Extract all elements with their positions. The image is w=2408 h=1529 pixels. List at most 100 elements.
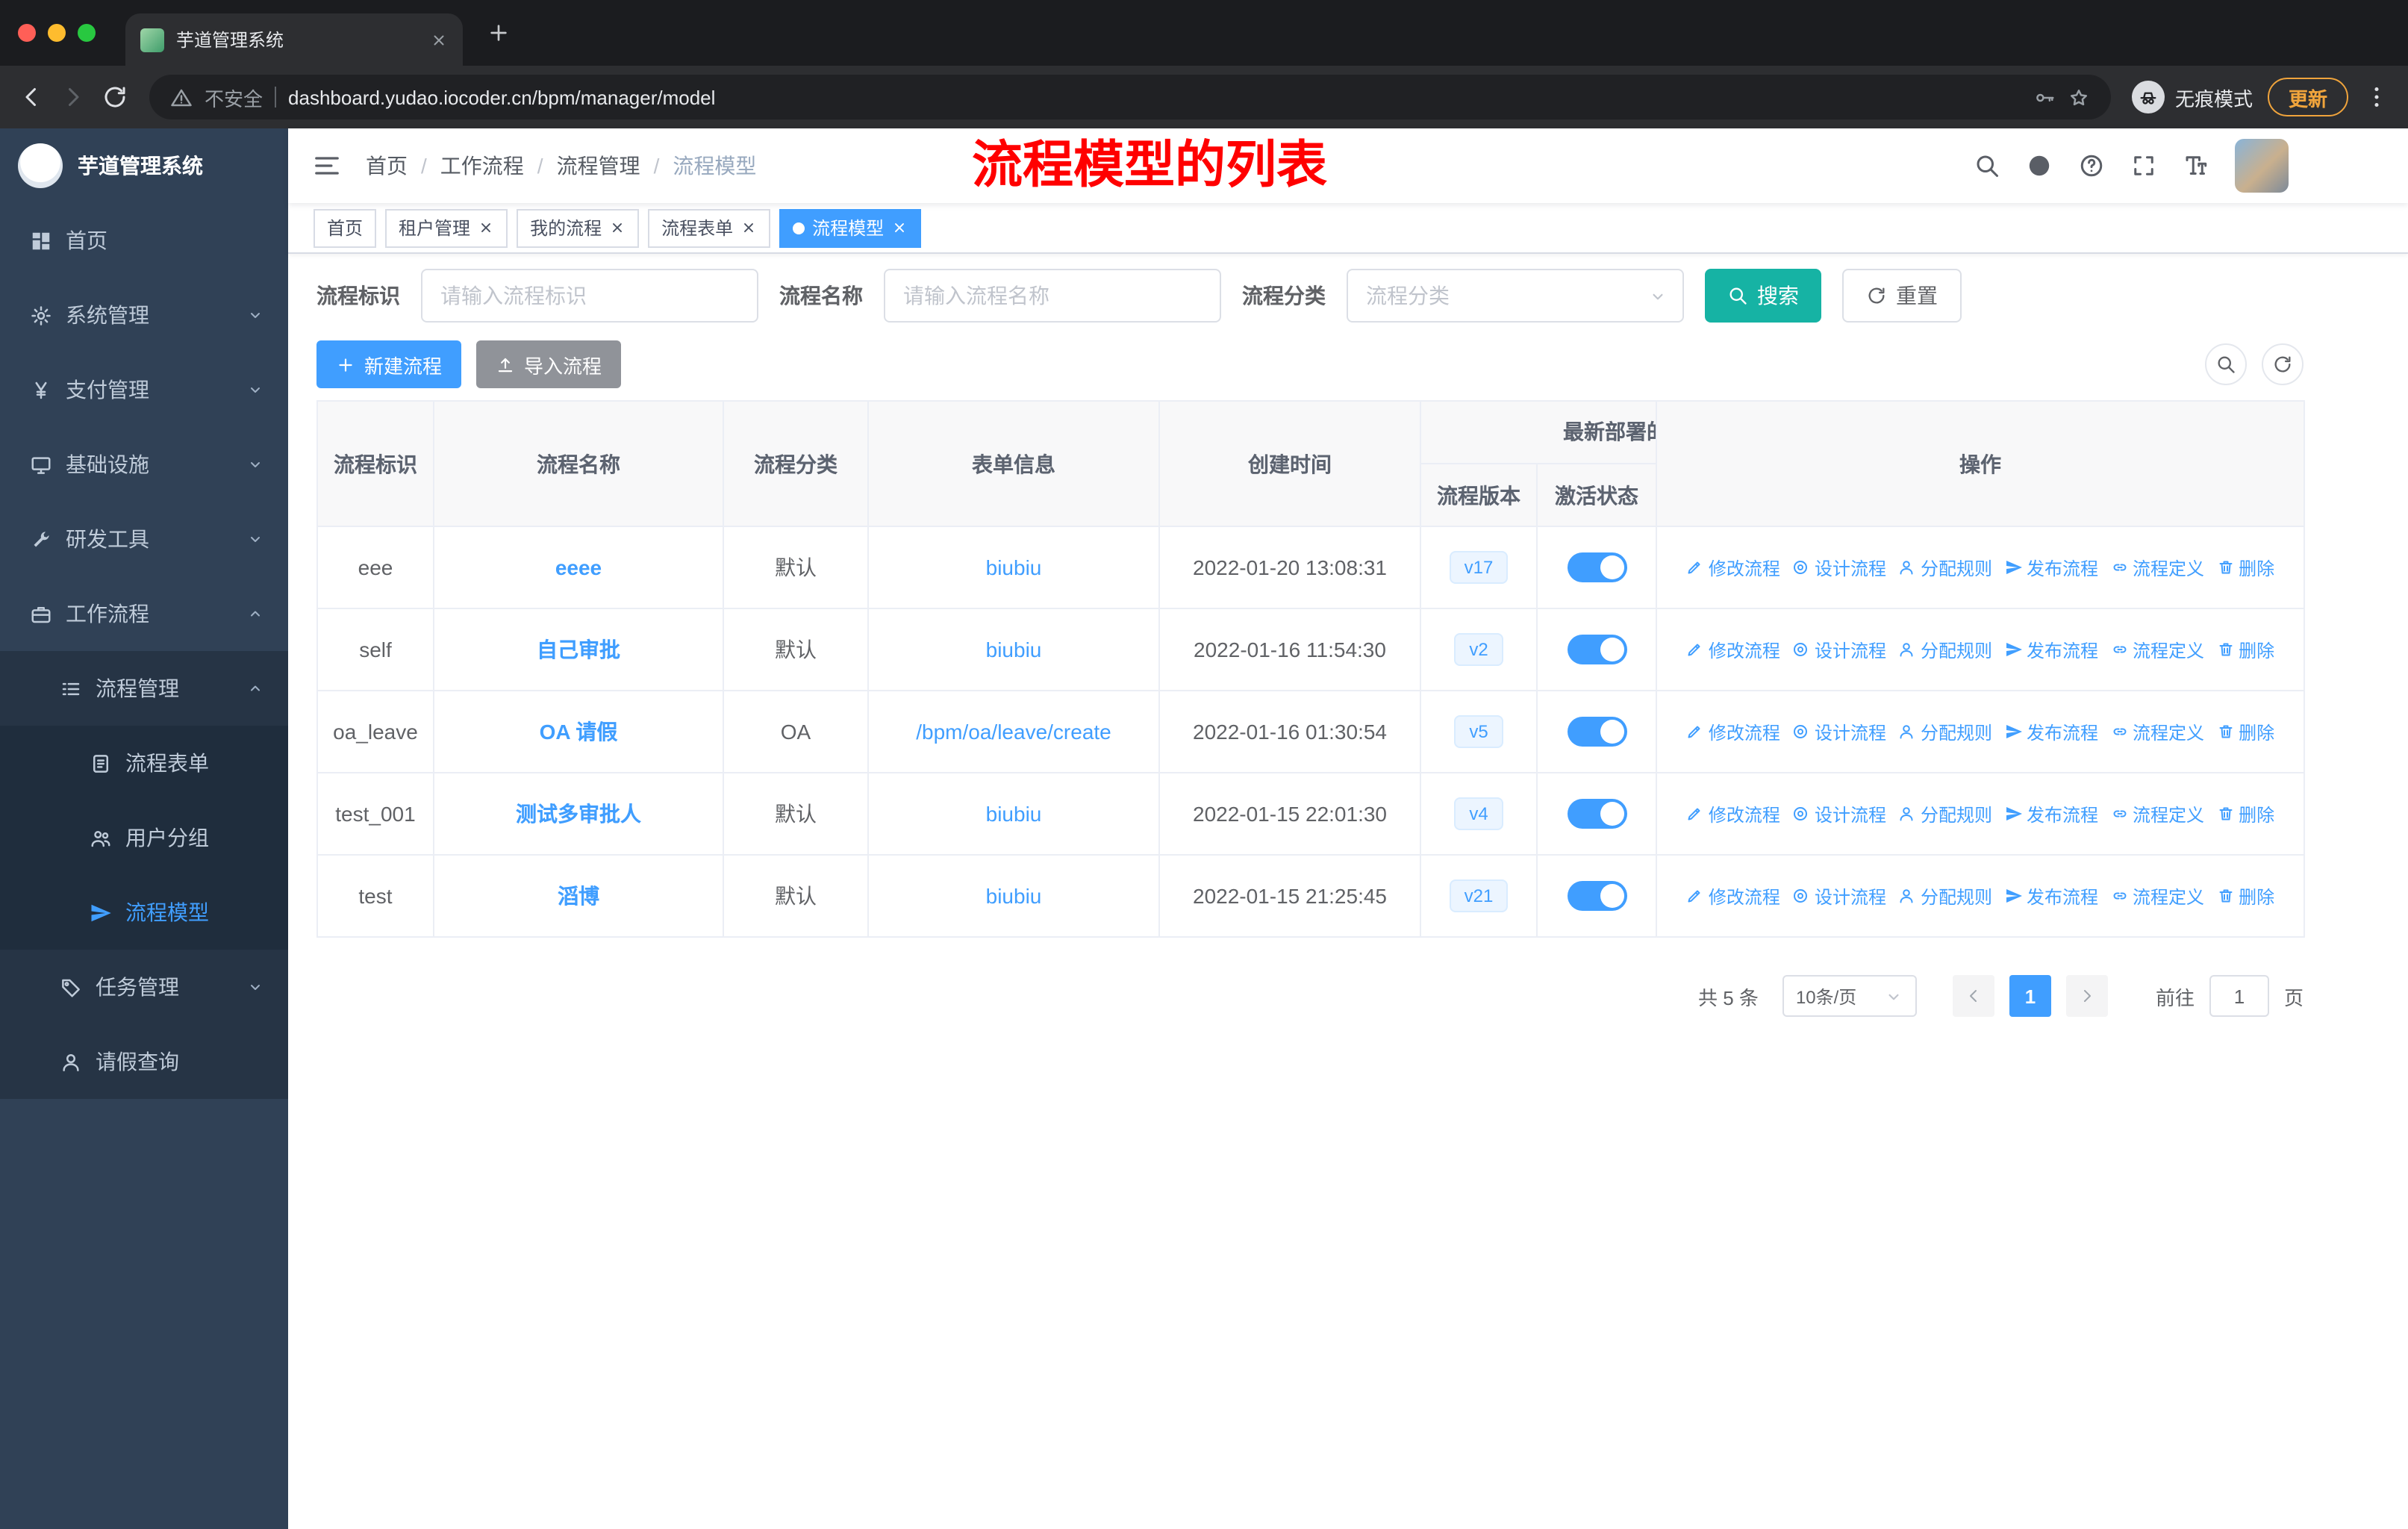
- page-size-select[interactable]: 10条/页: [1782, 975, 1917, 1017]
- form-link[interactable]: biubiu: [986, 802, 1042, 826]
- maximize-window-button[interactable]: [78, 24, 96, 42]
- action-trash[interactable]: 删除: [2216, 801, 2274, 826]
- reset-button[interactable]: 重置: [1842, 269, 1962, 323]
- action-send[interactable]: 发布流程: [2004, 801, 2098, 826]
- app-logo[interactable]: 芋道管理系统: [0, 128, 288, 203]
- action-trash[interactable]: 删除: [2216, 883, 2274, 909]
- action-link[interactable]: 流程定义: [2110, 719, 2204, 744]
- browser-menu-icon[interactable]: [2363, 84, 2390, 110]
- import-process-button[interactable]: 导入流程: [476, 340, 622, 388]
- action-edit[interactable]: 修改流程: [1686, 883, 1780, 909]
- github-icon[interactable]: [2026, 152, 2053, 179]
- browser-tab[interactable]: 芋道管理系统: [125, 13, 463, 66]
- page-1-button[interactable]: 1: [2009, 975, 2051, 1017]
- sidebar-item-process-manage[interactable]: 流程管理: [0, 651, 288, 726]
- process-name-link[interactable]: eeee: [555, 555, 602, 579]
- process-name-link[interactable]: 测试多审批人: [516, 802, 641, 826]
- back-button[interactable]: [18, 84, 45, 110]
- action-target[interactable]: 设计流程: [1792, 801, 1886, 826]
- action-edit[interactable]: 修改流程: [1686, 801, 1780, 826]
- action-trash[interactable]: 删除: [2216, 637, 2274, 662]
- tags-view-item[interactable]: 首页: [314, 208, 377, 247]
- tags-view-item[interactable]: 流程模型: [779, 208, 922, 247]
- next-page-button[interactable]: [2065, 975, 2108, 1017]
- minimize-window-button[interactable]: [48, 24, 66, 42]
- font-size-icon[interactable]: [2183, 152, 2209, 179]
- search-icon[interactable]: [1974, 152, 2000, 179]
- sidebar-item-process-form[interactable]: 流程表单: [0, 726, 288, 800]
- sidebar-item-infra[interactable]: 基础设施: [0, 427, 288, 502]
- key-icon[interactable]: [2033, 86, 2056, 108]
- form-link[interactable]: biubiu: [986, 555, 1042, 579]
- action-trash[interactable]: 删除: [2216, 719, 2274, 744]
- action-target[interactable]: 设计流程: [1792, 555, 1886, 580]
- action-user[interactable]: 分配规则: [1898, 883, 1992, 909]
- active-toggle[interactable]: [1567, 717, 1626, 747]
- action-user[interactable]: 分配规则: [1898, 637, 1992, 662]
- form-link[interactable]: biubiu: [986, 884, 1042, 908]
- breadcrumb-item[interactable]: 工作流程: [440, 151, 524, 181]
- action-send[interactable]: 发布流程: [2004, 555, 2098, 580]
- table-refresh-button[interactable]: [2262, 343, 2303, 385]
- close-window-button[interactable]: [18, 24, 36, 42]
- action-edit[interactable]: 修改流程: [1686, 719, 1780, 744]
- update-button[interactable]: 更新: [2267, 78, 2348, 116]
- active-toggle[interactable]: [1567, 635, 1626, 664]
- filter-name-input[interactable]: [884, 269, 1221, 323]
- action-link[interactable]: 流程定义: [2110, 637, 2204, 662]
- address-bar[interactable]: 不安全 dashboard.yudao.iocoder.cn/bpm/manag…: [149, 75, 2111, 119]
- action-target[interactable]: 设计流程: [1792, 719, 1886, 744]
- action-link[interactable]: 流程定义: [2110, 801, 2204, 826]
- action-user[interactable]: 分配规则: [1898, 555, 1992, 580]
- action-link[interactable]: 流程定义: [2110, 883, 2204, 909]
- avatar[interactable]: [2235, 139, 2289, 193]
- close-icon[interactable]: [478, 219, 494, 236]
- action-edit[interactable]: 修改流程: [1686, 637, 1780, 662]
- filter-category-select[interactable]: 流程分类: [1347, 269, 1684, 323]
- close-icon[interactable]: [609, 219, 626, 236]
- tags-view-item[interactable]: 我的流程: [517, 208, 640, 247]
- sidebar-item-home[interactable]: 首页: [0, 203, 288, 278]
- prev-page-button[interactable]: [1952, 975, 1994, 1017]
- action-edit[interactable]: 修改流程: [1686, 555, 1780, 580]
- action-user[interactable]: 分配规则: [1898, 801, 1992, 826]
- sidebar-item-leave-query[interactable]: 请假查询: [0, 1024, 288, 1099]
- hamburger-icon[interactable]: [312, 151, 342, 181]
- action-user[interactable]: 分配规则: [1898, 719, 1992, 744]
- process-name-link[interactable]: 滔博: [558, 884, 599, 908]
- sidebar-item-user-group[interactable]: 用户分组: [0, 800, 288, 875]
- bookmark-star-icon[interactable]: [2068, 86, 2090, 108]
- sidebar-item-workflow[interactable]: 工作流程: [0, 576, 288, 651]
- goto-page-input[interactable]: [2209, 975, 2269, 1017]
- sidebar-item-system[interactable]: 系统管理: [0, 278, 288, 352]
- reload-button[interactable]: [102, 84, 128, 110]
- action-send[interactable]: 发布流程: [2004, 637, 2098, 662]
- action-target[interactable]: 设计流程: [1792, 883, 1886, 909]
- form-link[interactable]: biubiu: [986, 638, 1042, 661]
- action-send[interactable]: 发布流程: [2004, 883, 2098, 909]
- active-toggle[interactable]: [1567, 799, 1626, 829]
- search-button[interactable]: 搜索: [1705, 269, 1821, 323]
- table-search-toggle-button[interactable]: [2205, 343, 2247, 385]
- active-toggle[interactable]: [1567, 552, 1626, 582]
- action-trash[interactable]: 删除: [2216, 555, 2274, 580]
- tags-view-item[interactable]: 流程表单: [648, 208, 771, 247]
- action-link[interactable]: 流程定义: [2110, 555, 2204, 580]
- close-icon[interactable]: [891, 219, 908, 236]
- sidebar-item-task-manage[interactable]: 任务管理: [0, 950, 288, 1024]
- tab-close-icon[interactable]: [430, 31, 448, 49]
- fullscreen-icon[interactable]: [2130, 152, 2157, 179]
- breadcrumb-item[interactable]: 流程模型: [673, 151, 756, 181]
- security-label[interactable]: 不安全: [205, 83, 263, 111]
- help-icon[interactable]: [2078, 152, 2105, 179]
- active-toggle[interactable]: [1567, 881, 1626, 911]
- forward-button[interactable]: [60, 84, 87, 110]
- form-link[interactable]: /bpm/oa/leave/create: [916, 720, 1111, 744]
- create-process-button[interactable]: 新建流程: [316, 340, 462, 388]
- sidebar-item-process-model[interactable]: 流程模型: [0, 875, 288, 950]
- process-name-link[interactable]: OA 请假: [540, 720, 618, 744]
- new-tab-button[interactable]: [487, 21, 511, 45]
- process-name-link[interactable]: 自己审批: [537, 638, 620, 661]
- filter-key-input[interactable]: [421, 269, 758, 323]
- action-target[interactable]: 设计流程: [1792, 637, 1886, 662]
